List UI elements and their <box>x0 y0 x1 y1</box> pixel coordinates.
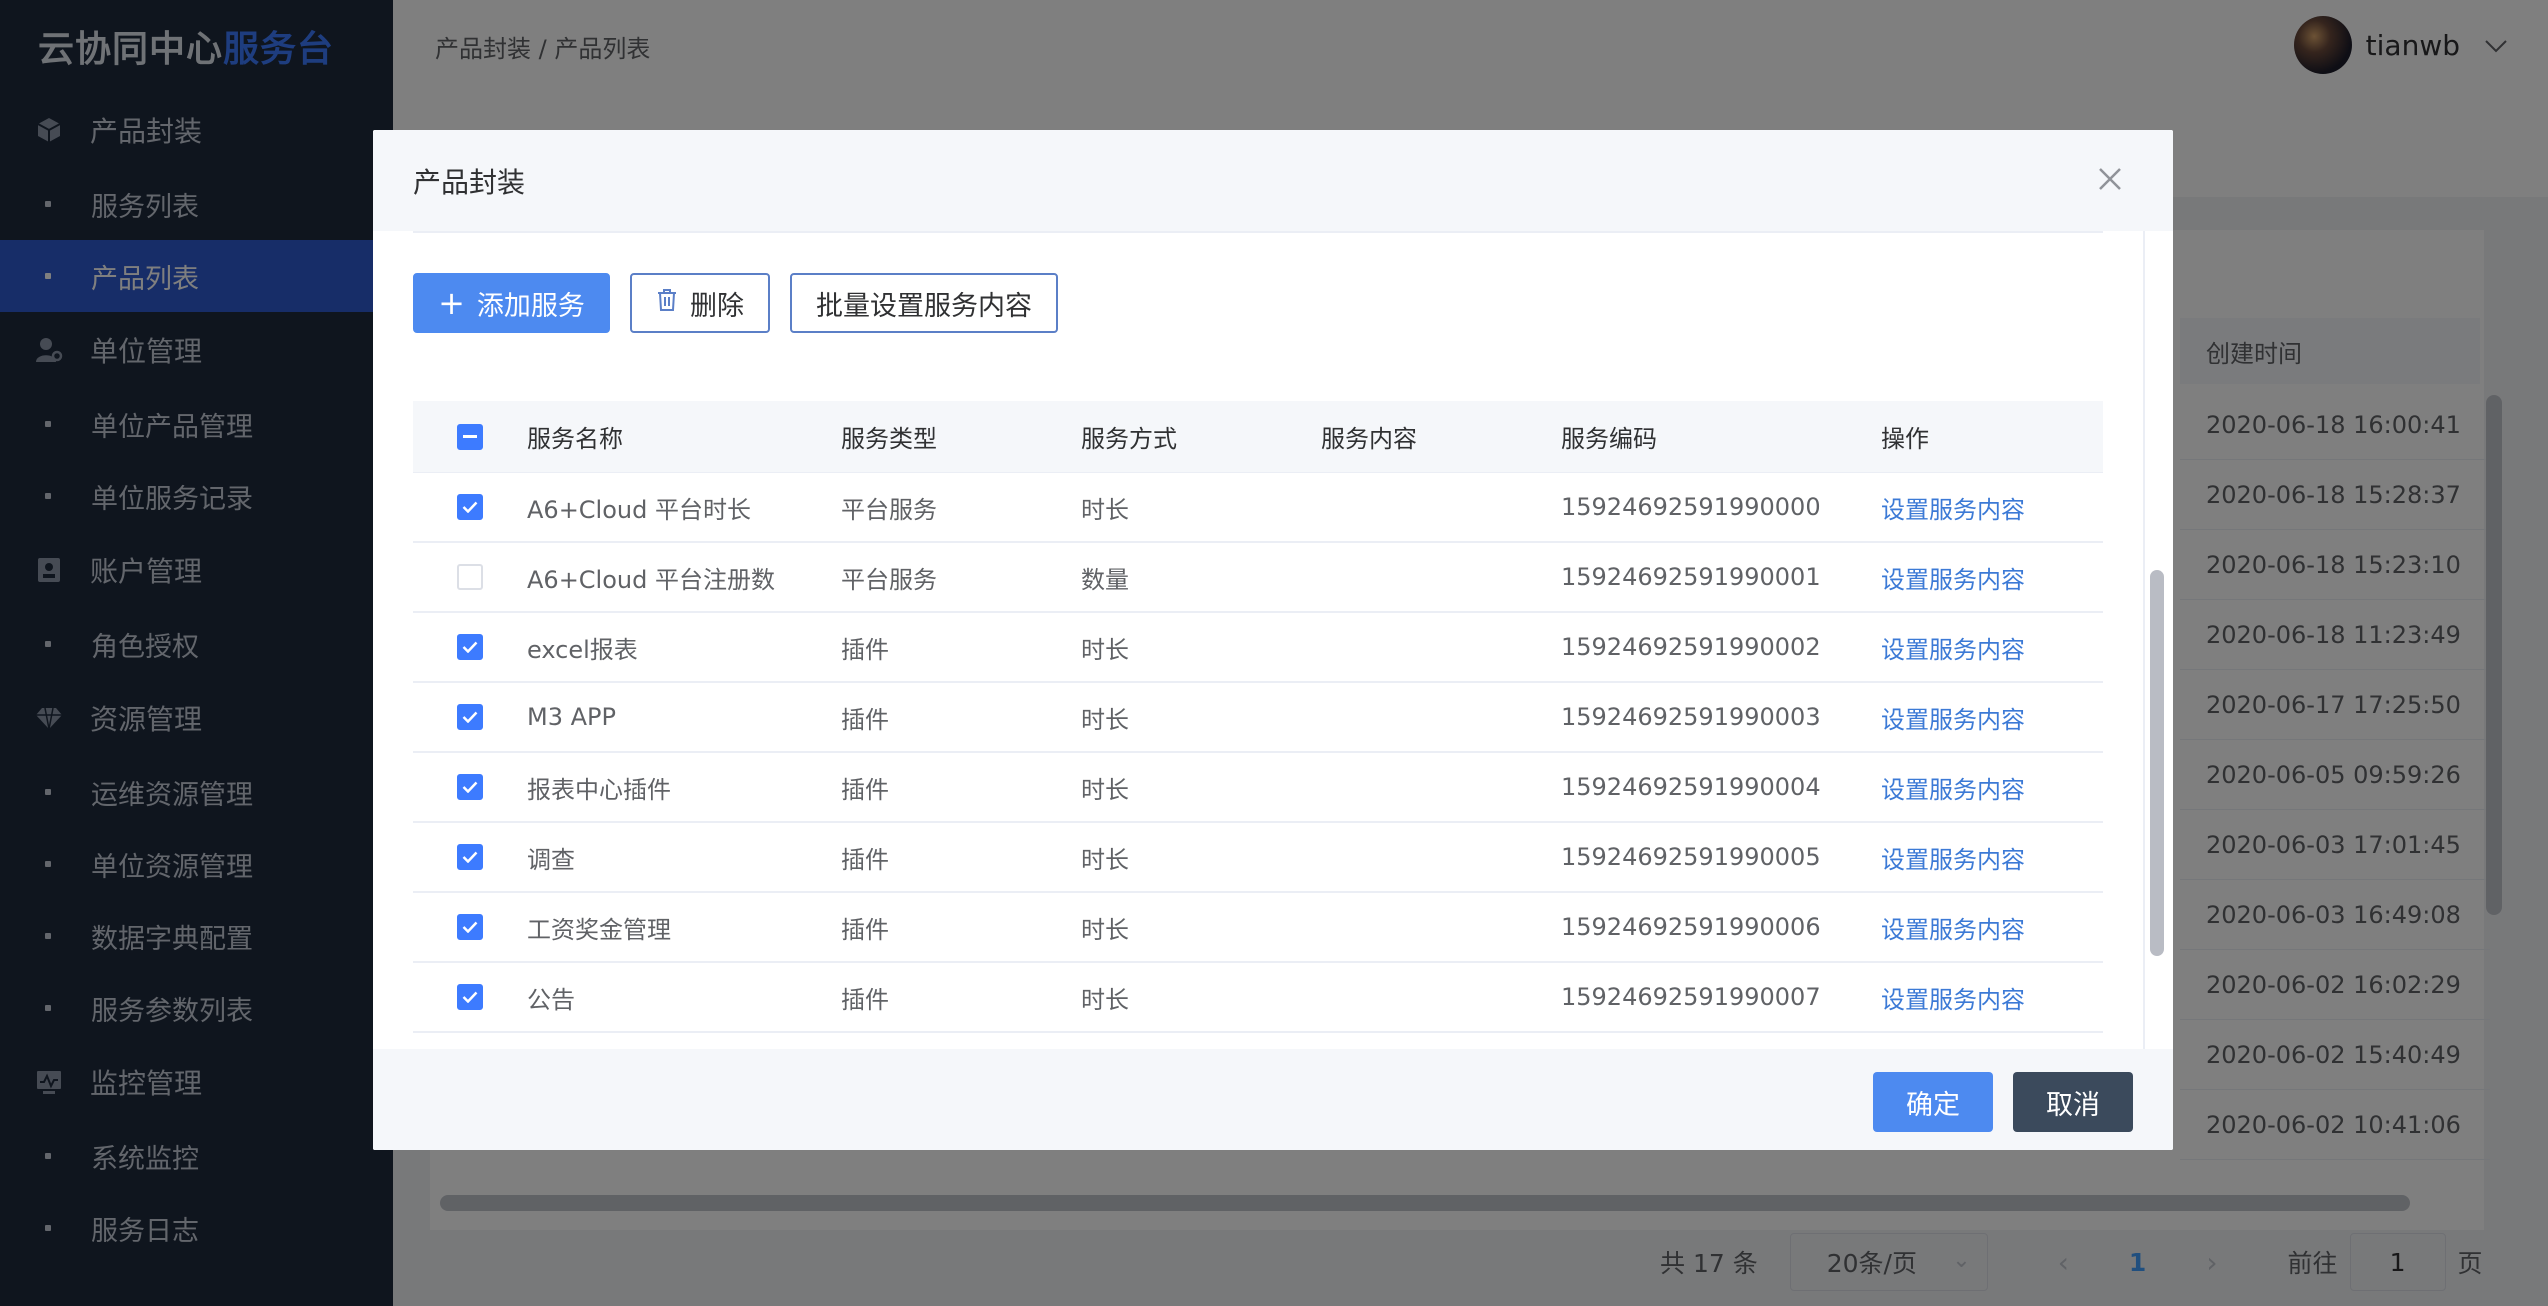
set-service-content-link[interactable]: 设置服务内容 <box>1881 910 2103 945</box>
service-mode: 数量 <box>1081 565 1129 594</box>
set-service-content-link[interactable]: 设置服务内容 <box>1881 980 2103 1015</box>
service-code: 15924692591990002 <box>1561 633 1821 661</box>
service-mode: 时长 <box>1081 635 1129 664</box>
row-select-cell <box>413 564 527 590</box>
service-mode: 时长 <box>1081 915 1129 944</box>
column-header-code: 服务编码 <box>1561 425 1657 453</box>
service-mode: 时长 <box>1081 845 1129 874</box>
service-type: 平台服务 <box>841 565 937 594</box>
set-service-content-link[interactable]: 设置服务内容 <box>1881 490 2103 525</box>
service-mode: 时长 <box>1081 495 1129 524</box>
service-name: 报表中心插件 <box>527 775 671 804</box>
service-mode: 时长 <box>1081 985 1129 1014</box>
table-row: M3 APP 插件 时长 15924692591990003 设置服务内容 <box>413 683 2103 753</box>
service-name: 调查 <box>527 845 575 874</box>
service-mode: 时长 <box>1081 705 1129 734</box>
row-checkbox[interactable] <box>457 774 483 800</box>
dialog-header: 产品封装 <box>373 130 2173 231</box>
product-package-dialog: 产品封装 + 添加服务 删除 批量设置服务内容 服务名称 服务类型 服务方式 服… <box>373 130 2173 1150</box>
trash-icon <box>656 288 678 319</box>
row-select-cell <box>413 634 527 660</box>
table-header: 服务名称 服务类型 服务方式 服务内容 服务编码 操作 <box>413 401 2103 473</box>
divider <box>413 231 2103 233</box>
service-code: 15924692591990005 <box>1561 843 1821 871</box>
service-code: 15924692591990004 <box>1561 773 1821 801</box>
service-type: 平台服务 <box>841 495 937 524</box>
table-row: A6+Cloud 平台时长 平台服务 时长 15924692591990000 设置服务… <box>413 473 2103 543</box>
service-type: 插件 <box>841 775 889 804</box>
batch-set-content-button[interactable]: 批量设置服务内容 <box>790 273 1058 333</box>
select-all-cell <box>413 423 527 450</box>
service-name: A6+Cloud 平台注册数 <box>527 565 775 594</box>
column-header-content: 服务内容 <box>1321 425 1417 453</box>
table-row: 调查 插件 时长 15924692591990005 设置服务内容 <box>413 823 2103 893</box>
row-checkbox[interactable] <box>457 844 483 870</box>
set-service-content-link[interactable]: 设置服务内容 <box>1881 700 2103 735</box>
dialog-scroll-track <box>2143 231 2145 1049</box>
service-name: A6+Cloud 平台时长 <box>527 495 751 524</box>
service-type: 插件 <box>841 705 889 734</box>
column-header-name: 服务名称 <box>527 425 623 453</box>
row-checkbox[interactable] <box>457 984 483 1010</box>
row-checkbox[interactable] <box>457 634 483 660</box>
row-checkbox[interactable] <box>457 914 483 940</box>
row-checkbox[interactable] <box>457 704 483 730</box>
service-code: 15924692591990000 <box>1561 493 1821 521</box>
dialog-scrollbar[interactable] <box>2150 570 2164 956</box>
service-table: 服务名称 服务类型 服务方式 服务内容 服务编码 操作 A6+Cloud 平台时… <box>413 401 2103 1103</box>
service-code: 15924692591990006 <box>1561 913 1821 941</box>
column-header-action: 操作 <box>1881 425 1929 453</box>
table-row: 工资奖金管理 插件 时长 15924692591990006 设置服务内容 <box>413 893 2103 963</box>
set-service-content-link[interactable]: 设置服务内容 <box>1881 840 2103 875</box>
dialog-body: + 添加服务 删除 批量设置服务内容 服务名称 服务类型 服务方式 服务内容 服… <box>413 231 2103 1103</box>
confirm-button[interactable]: 确定 <box>1873 1072 1993 1132</box>
row-checkbox[interactable] <box>457 564 483 590</box>
set-service-content-link[interactable]: 设置服务内容 <box>1881 630 2103 665</box>
add-service-button[interactable]: + 添加服务 <box>413 273 610 333</box>
service-type: 插件 <box>841 985 889 1014</box>
delete-button[interactable]: 删除 <box>630 273 770 333</box>
cancel-button[interactable]: 取消 <box>2013 1072 2133 1132</box>
batch-set-label: 批量设置服务内容 <box>816 290 1032 322</box>
column-header-mode: 服务方式 <box>1081 425 1177 453</box>
dialog-toolbar: + 添加服务 删除 批量设置服务内容 <box>413 273 2103 333</box>
service-type: 插件 <box>841 845 889 874</box>
service-name: 工资奖金管理 <box>527 915 671 944</box>
service-name: 公告 <box>527 985 575 1014</box>
delete-label: 删除 <box>690 290 744 322</box>
service-code: 15924692591990007 <box>1561 983 1821 1011</box>
table-row: excel报表 插件 时长 15924692591990002 设置服务内容 <box>413 613 2103 683</box>
service-type: 插件 <box>841 635 889 664</box>
close-icon[interactable] <box>2095 164 2125 194</box>
row-select-cell <box>413 494 527 520</box>
service-code: 15924692591990001 <box>1561 563 1821 591</box>
plus-icon: + <box>438 284 465 322</box>
column-header-type: 服务类型 <box>841 425 937 453</box>
table-row: 报表中心插件 插件 时长 15924692591990004 设置服务内容 <box>413 753 2103 823</box>
select-all-checkbox[interactable] <box>457 423 483 450</box>
service-type: 插件 <box>841 915 889 944</box>
table-body: A6+Cloud 平台时长 平台服务 时长 15924692591990000 设置服务… <box>413 473 2103 1103</box>
dialog-title: 产品封装 <box>413 165 526 199</box>
set-service-content-link[interactable]: 设置服务内容 <box>1881 770 2103 805</box>
row-select-cell <box>413 704 527 730</box>
add-service-label: 添加服务 <box>476 290 585 322</box>
table-row: A6+Cloud 平台注册数 平台服务 数量 15924692591990001 设置服… <box>413 543 2103 613</box>
service-name: excel报表 <box>527 635 638 664</box>
service-mode: 时长 <box>1081 775 1129 804</box>
row-select-cell <box>413 914 527 940</box>
service-name: M3 APP <box>527 703 616 731</box>
row-select-cell <box>413 984 527 1010</box>
row-select-cell <box>413 774 527 800</box>
row-select-cell <box>413 844 527 870</box>
set-service-content-link[interactable]: 设置服务内容 <box>1881 560 2103 595</box>
service-code: 15924692591990003 <box>1561 703 1821 731</box>
table-row: 公告 插件 时长 15924692591990007 设置服务内容 <box>413 963 2103 1033</box>
row-checkbox[interactable] <box>457 494 483 520</box>
